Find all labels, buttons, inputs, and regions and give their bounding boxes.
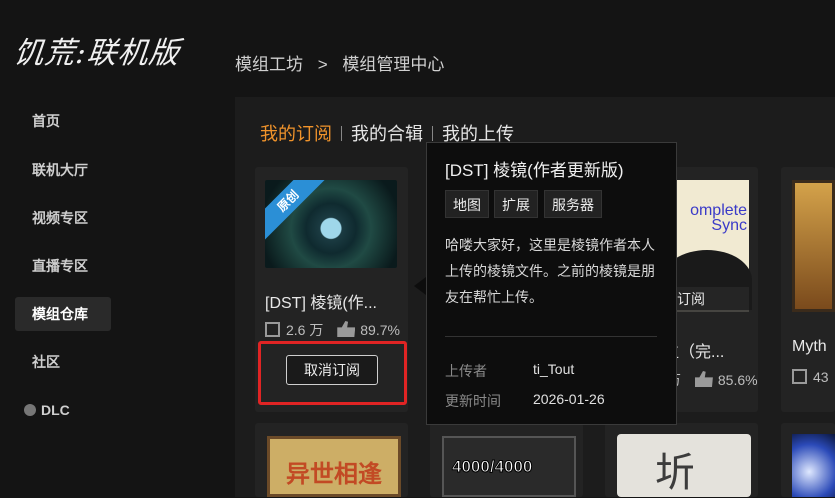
tooltip-title: [DST] 棱镜(作者更新版) — [445, 161, 624, 180]
rating-percent: 85.6% — [717, 372, 758, 388]
mod-stats: 43 — [792, 369, 829, 385]
sidebar-item-label: DLC — [41, 402, 70, 418]
tab-divider — [341, 126, 342, 141]
mod-thumbnail-text: 圻 — [655, 450, 695, 496]
dlc-icon — [24, 404, 36, 416]
sidebar-item-lobby[interactable]: 联机大厅 — [15, 153, 111, 187]
mod-thumbnail-text: 4000/4000 — [451, 457, 533, 477]
uploader-label: 上传者 — [445, 363, 487, 379]
mod-thumbnail[interactable] — [792, 180, 835, 312]
updated-label: 更新时间 — [445, 393, 501, 409]
mod-title[interactable]: Myth — [792, 338, 827, 356]
subscribe-count-icon — [265, 322, 280, 337]
subscriber-count: 2.6 万 — [286, 322, 324, 338]
breadcrumb-separator: > — [317, 55, 328, 74]
sidebar-item-mod-warehouse[interactable]: 模组仓库 — [15, 297, 111, 331]
breadcrumb-current: 模组管理中心 — [342, 55, 445, 74]
mod-title[interactable]: [DST] 棱镜(作... — [265, 289, 377, 313]
breadcrumb: 模组工坊 > 模组管理中心 — [235, 50, 454, 75]
tag-extension[interactable]: 扩展 — [494, 190, 538, 218]
updated-date: 2026-01-26 — [533, 391, 605, 407]
thumbs-up-icon — [337, 321, 356, 337]
tag-map[interactable]: 地图 — [445, 190, 489, 218]
thumbs-up-icon — [694, 371, 713, 387]
tab-my-collections[interactable]: 我的合辑 — [351, 120, 423, 146]
original-badge: 原创 — [265, 180, 328, 241]
mod-thumbnail[interactable]: 原创 — [265, 180, 397, 268]
subscriber-count: 43 — [813, 369, 829, 385]
uploader-name: ti_Tout — [533, 361, 575, 377]
mod-thumbnail-text: omplete Sync — [690, 202, 747, 234]
breadcrumb-parent[interactable]: 模组工坊 — [235, 55, 303, 74]
rating-percent: 89.7% — [360, 322, 400, 338]
sidebar-item-video[interactable]: 视频专区 — [15, 201, 111, 235]
tag-server[interactable]: 服务器 — [544, 190, 602, 218]
mod-stats: 2.6 万 89.7% — [265, 320, 400, 340]
tooltip-arrow — [414, 277, 426, 295]
subscribe-count-icon — [792, 369, 807, 384]
mod-thumbnail[interactable] — [792, 434, 835, 497]
mod-stats: 万 85.6% — [667, 370, 758, 390]
app-logo[interactable]: 饥荒:联机版 — [12, 28, 183, 72]
sidebar-item-home[interactable]: 首页 — [15, 104, 111, 138]
mod-thumbnail[interactable]: 异世相逢 — [267, 436, 401, 497]
tab-my-subscriptions[interactable]: 我的订阅 — [260, 120, 332, 146]
tooltip-description: 哈喽大家好，这里是棱镜作者本人上传的棱镜文件。之前的棱镜是朋友在帮忙上传。 — [445, 237, 655, 305]
tab-divider — [432, 126, 433, 141]
sidebar-item-community[interactable]: 社区 — [15, 345, 111, 379]
sidebar-item-dlc[interactable]: DLC — [15, 393, 111, 427]
sidebar-item-live[interactable]: 直播专区 — [15, 249, 111, 283]
tooltip-divider — [445, 336, 657, 337]
highlight-box — [258, 341, 407, 405]
sidebar: 饥荒:联机版 首页 联机大厅 视频专区 直播专区 模组仓库 社区 DLC — [0, 0, 205, 497]
